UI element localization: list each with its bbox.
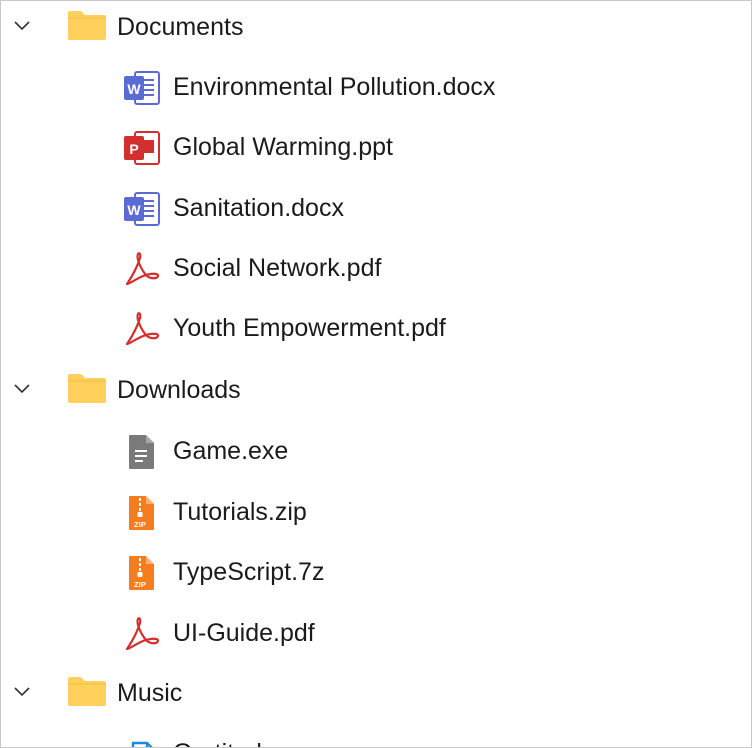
file-label: UI-Guide.pdf bbox=[173, 619, 315, 647]
zip-icon: ZIP bbox=[121, 492, 163, 534]
tree-folder-music[interactable]: Music bbox=[1, 667, 751, 719]
word-icon: W bbox=[121, 67, 163, 109]
folder-label: Downloads bbox=[117, 376, 241, 404]
file-label: TypeScript.7z bbox=[173, 558, 325, 586]
folder-label: Music bbox=[117, 679, 183, 707]
file-label: Sanitation.docx bbox=[173, 194, 344, 222]
tree-file[interactable]: ZIP TypeScript.7z bbox=[1, 546, 751, 598]
file-tree: Documents W Environmental Pollution.docx… bbox=[0, 0, 752, 748]
word-icon: W bbox=[121, 188, 163, 230]
tree-file[interactable]: P Global Warming.ppt bbox=[1, 121, 751, 173]
pdf-icon bbox=[121, 308, 163, 350]
ppt-icon-letter: P bbox=[129, 141, 138, 157]
powerpoint-icon: P bbox=[121, 127, 163, 169]
tree-file[interactable]: W Environmental Pollution.docx bbox=[1, 61, 751, 113]
tree-file[interactable]: Game.exe bbox=[1, 425, 751, 477]
tree-folder-documents[interactable]: Documents bbox=[1, 1, 751, 53]
word-icon-letter: W bbox=[127, 81, 141, 97]
music-file-icon bbox=[121, 733, 163, 747]
tree-file[interactable]: UI-Guide.pdf bbox=[1, 607, 751, 659]
file-label: Social Network.pdf bbox=[173, 254, 382, 282]
zip-icon-label: ZIP bbox=[134, 520, 146, 529]
chevron-down-icon[interactable] bbox=[11, 15, 33, 37]
tree-file[interactable]: ZIP Tutorials.zip bbox=[1, 486, 751, 538]
chevron-down-icon[interactable] bbox=[11, 378, 33, 400]
tree-file[interactable]: Social Network.pdf bbox=[1, 242, 751, 294]
file-label: Environmental Pollution.docx bbox=[173, 73, 496, 101]
file-label: Youth Empowerment.pdf bbox=[173, 314, 446, 342]
folder-icon bbox=[67, 675, 107, 707]
file-label: Global Warming.ppt bbox=[173, 133, 393, 161]
tree-file[interactable]: Youth Empowerment.pdf bbox=[1, 302, 751, 354]
tree-file[interactable]: W Sanitation.docx bbox=[1, 182, 751, 234]
zip-icon: ZIP bbox=[121, 552, 163, 594]
folder-icon bbox=[67, 9, 107, 41]
tree-folder-downloads[interactable]: Downloads bbox=[1, 364, 751, 416]
pdf-icon bbox=[121, 613, 163, 655]
word-icon-letter: W bbox=[127, 202, 141, 218]
folder-icon bbox=[67, 372, 107, 404]
exe-file-icon bbox=[121, 431, 163, 473]
file-label: Game.exe bbox=[173, 437, 289, 465]
chevron-down-icon[interactable] bbox=[11, 681, 33, 703]
zip-icon-label: ZIP bbox=[134, 580, 146, 589]
folder-label: Documents bbox=[117, 13, 244, 41]
tree-file[interactable]: Gratitude bbox=[1, 727, 751, 747]
pdf-icon bbox=[121, 248, 163, 290]
file-label: Tutorials.zip bbox=[173, 498, 307, 526]
file-label: Gratitude bbox=[173, 735, 276, 747]
